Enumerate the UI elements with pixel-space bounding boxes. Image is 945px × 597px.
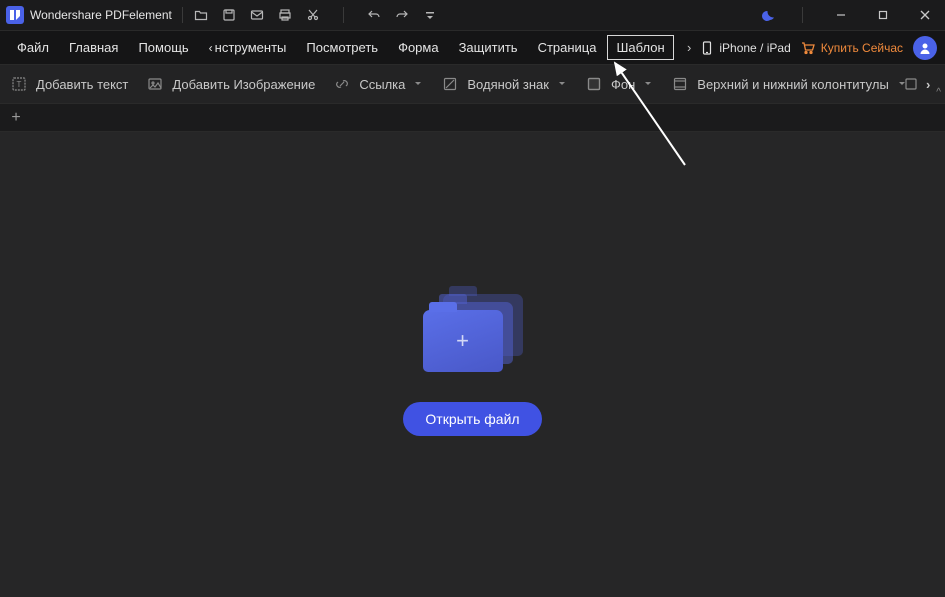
buy-label: Купить Сейчас: [821, 41, 903, 55]
add-image-label: Добавить Изображение: [172, 77, 315, 92]
link-label: Ссылка: [359, 77, 405, 92]
menubar-right: › iPhone / iPad Купить Сейчас: [687, 36, 937, 60]
buy-now-link[interactable]: Купить Сейчас: [801, 41, 903, 55]
more-tool-icon[interactable]: [902, 75, 920, 93]
link-icon: [333, 75, 351, 93]
minimize-button[interactable]: [827, 4, 855, 26]
watermark-label: Водяной знак: [467, 77, 549, 92]
scroll-right-icon[interactable]: ›: [926, 77, 930, 92]
cut-icon[interactable]: [305, 7, 321, 23]
save-icon[interactable]: [221, 7, 237, 23]
tool-add-text[interactable]: T Добавить текст: [10, 75, 128, 93]
text-icon: T: [10, 75, 28, 93]
undo-icon[interactable]: [366, 7, 382, 23]
cart-icon: [801, 41, 815, 55]
app-logo-icon: [6, 6, 24, 24]
workspace-empty-state: + Открыть файл: [0, 132, 945, 597]
open-file-button[interactable]: Открыть файл: [403, 402, 541, 436]
chevron-down-icon: [643, 80, 653, 88]
chevron-down-icon: [413, 80, 423, 88]
app-title: Wondershare PDFelement: [30, 8, 172, 22]
menu-page[interactable]: Страница: [529, 35, 606, 60]
user-avatar[interactable]: [913, 36, 937, 60]
menu-help[interactable]: Помощь: [129, 35, 197, 60]
chevron-right-icon[interactable]: ›: [687, 40, 691, 55]
title-bar: Wondershare PDFelement: [0, 0, 945, 30]
titlebar-right: [762, 4, 939, 26]
tool-background[interactable]: Фон: [585, 75, 653, 93]
header-footer-icon: [671, 75, 689, 93]
svg-text:T: T: [17, 80, 22, 89]
menu-bar: Файл Главная Помощь ‹ нструменты Посмотр…: [0, 30, 945, 64]
plus-icon: +: [456, 328, 469, 354]
separator: [182, 7, 183, 23]
image-icon: [146, 75, 164, 93]
new-tab-button[interactable]: +: [6, 108, 26, 128]
menu-home[interactable]: Главная: [60, 35, 127, 60]
header-footer-label: Верхний и нижний колонтитулы: [697, 77, 889, 92]
mail-icon[interactable]: [249, 7, 265, 23]
toolbar-overflow: › ^: [902, 65, 941, 103]
customize-dropdown-icon[interactable]: [422, 7, 438, 23]
tool-add-image[interactable]: Добавить Изображение: [146, 75, 315, 93]
print-icon[interactable]: [277, 7, 293, 23]
separator: [343, 7, 344, 23]
document-tab-strip: +: [0, 104, 945, 132]
menu-view[interactable]: Посмотреть: [297, 35, 387, 60]
quick-access-toolbar: [193, 7, 438, 23]
background-icon: [585, 75, 603, 93]
iphone-ipad-link[interactable]: iPhone / iPad: [701, 41, 790, 55]
redo-icon[interactable]: [394, 7, 410, 23]
menu-template[interactable]: Шаблон: [607, 35, 673, 60]
collapse-toolbar-icon[interactable]: ^: [936, 87, 941, 98]
menu-form[interactable]: Форма: [389, 35, 448, 60]
open-file-illustration[interactable]: +: [423, 294, 523, 376]
tool-link[interactable]: Ссылка: [333, 75, 423, 93]
theme-moon-icon[interactable]: [762, 7, 778, 23]
chevron-left-icon: ‹: [209, 41, 213, 55]
menu-tools[interactable]: ‹ нструменты: [200, 35, 296, 60]
open-folder-icon[interactable]: [193, 7, 209, 23]
close-button[interactable]: [911, 4, 939, 26]
edit-toolbar: T Добавить текст Добавить Изображение Сс…: [0, 64, 945, 104]
add-text-label: Добавить текст: [36, 77, 128, 92]
tool-header-footer[interactable]: Верхний и нижний колонтитулы: [671, 75, 907, 93]
maximize-button[interactable]: [869, 4, 897, 26]
menu-file[interactable]: Файл: [8, 35, 58, 60]
iphone-label: iPhone / iPad: [719, 41, 790, 55]
background-label: Фон: [611, 77, 635, 92]
mobile-icon: [701, 41, 713, 55]
watermark-icon: [441, 75, 459, 93]
chevron-down-icon: [557, 80, 567, 88]
separator: [802, 7, 803, 23]
folder-icon: +: [423, 310, 503, 372]
menu-protect[interactable]: Защитить: [450, 35, 527, 60]
tool-watermark[interactable]: Водяной знак: [441, 75, 567, 93]
